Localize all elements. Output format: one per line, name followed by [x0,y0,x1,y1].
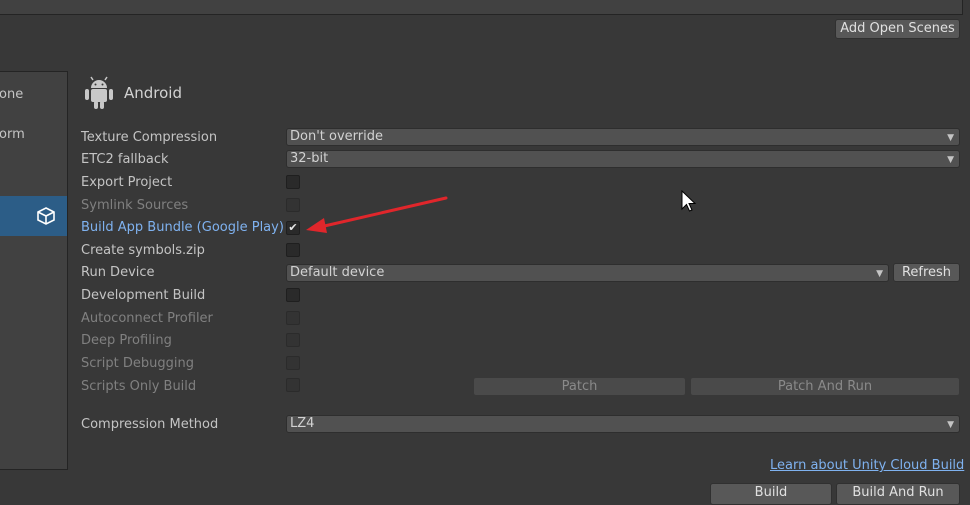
texture-compression-label: Texture Compression [81,130,218,145]
texture-compression-dropdown[interactable]: Don't override ▼ [286,128,960,146]
platform-item-label: one [0,87,24,102]
patch-button[interactable]: Patch [473,377,686,396]
platform-item-android-selected[interactable] [0,196,67,236]
symlink-sources-label: Symlink Sources [81,198,189,213]
script-debugging-label: Script Debugging [81,356,194,371]
development-build-checkbox[interactable] [286,288,300,302]
autoconnect-profiler-label: Autoconnect Profiler [81,311,213,326]
dropdown-arrow-icon: ▼ [876,269,883,279]
compression-method-dropdown[interactable]: LZ4 ▼ [286,415,960,433]
compression-method-label: Compression Method [81,417,219,432]
platform-item-standalone[interactable]: one [0,85,67,105]
run-device-value: Default device [290,265,385,280]
autoconnect-profiler-checkbox[interactable] [286,311,300,325]
texture-compression-value: Don't override [290,129,383,144]
unity-cloud-build-link[interactable]: Learn about Unity Cloud Build [770,458,964,473]
run-device-dropdown[interactable]: Default device ▼ [286,264,889,282]
patch-and-run-button[interactable]: Patch And Run [690,377,960,396]
build-button[interactable]: Build [710,483,832,505]
build-app-bundle-label: Build App Bundle (Google Play) [81,220,284,235]
etc2-fallback-dropdown[interactable]: 32-bit ▼ [286,150,960,168]
dropdown-arrow-icon: ▼ [947,133,954,143]
symlink-sources-checkbox[interactable] [286,198,300,212]
scripts-only-build-label: Scripts Only Build [81,379,197,394]
platform-item-label: orm [0,127,25,142]
build-app-bundle-checkbox[interactable]: ✔ [286,221,300,235]
build-and-run-button[interactable]: Build And Run [836,483,960,505]
platform-list[interactable]: one orm [0,71,68,470]
export-project-label: Export Project [81,175,173,190]
dropdown-arrow-icon: ▼ [947,420,954,430]
platform-item-universal-windows-platform[interactable]: orm [0,125,67,145]
compression-method-value: LZ4 [290,416,315,431]
unity-icon [37,207,55,225]
deep-profiling-checkbox[interactable] [286,333,300,347]
red-arrow-annotation [306,196,448,233]
scenes-in-build-list[interactable] [0,0,963,15]
dropdown-arrow-icon: ▼ [947,155,954,165]
run-device-label: Run Device [81,265,155,280]
deep-profiling-label: Deep Profiling [81,333,172,348]
etc2-fallback-value: 32-bit [290,151,329,166]
mouse-cursor-icon [681,190,697,212]
add-open-scenes-button[interactable]: Add Open Scenes [835,19,960,39]
export-project-checkbox[interactable] [286,175,300,189]
create-symbols-checkbox[interactable] [286,243,300,257]
android-icon [85,76,113,109]
etc2-fallback-label: ETC2 fallback [81,152,169,167]
development-build-label: Development Build [81,288,206,303]
create-symbols-label: Create symbols.zip [81,243,205,258]
script-debugging-checkbox[interactable] [286,356,300,370]
scripts-only-build-checkbox[interactable] [286,378,300,392]
refresh-button[interactable]: Refresh [893,263,960,282]
checkmark-icon: ✔ [288,221,298,234]
platform-title: Android [124,84,182,102]
